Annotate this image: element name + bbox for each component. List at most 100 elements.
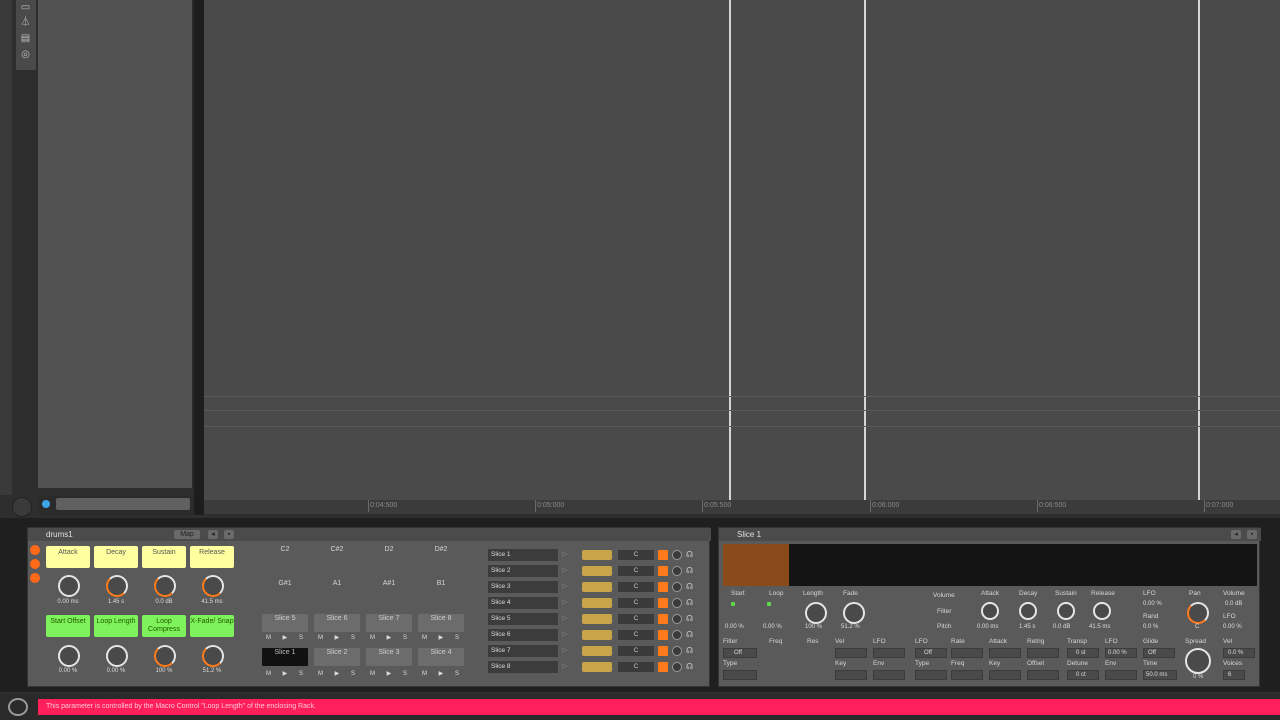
map-button[interactable]: Map — [174, 530, 200, 539]
chain-activator[interactable] — [658, 598, 668, 608]
chain-row[interactable]: Slice 7 ▷ C ☊ — [486, 644, 710, 658]
macro-attack-knob[interactable] — [58, 575, 80, 597]
chain-row[interactable]: Slice 5 ▷ C ☊ — [486, 612, 710, 626]
loop-value[interactable]: 0.00 % — [763, 624, 782, 630]
length-value[interactable]: 100 % — [805, 624, 822, 630]
chain-volume[interactable] — [582, 646, 612, 656]
vel-field[interactable] — [835, 648, 867, 658]
view-toggle-button[interactable] — [12, 497, 32, 517]
simpler-title-bar[interactable]: Slice 1 ◂ ▪ — [719, 528, 1261, 541]
chain-name[interactable]: Slice 4 — [488, 597, 558, 609]
chain-volume[interactable] — [582, 550, 612, 560]
chain-solo[interactable] — [672, 550, 682, 560]
macro-loop-length-knob[interactable] — [106, 645, 128, 667]
chain-key[interactable]: C — [618, 598, 654, 608]
save-icon[interactable]: ▪ — [224, 530, 234, 539]
rate-field[interactable] — [951, 648, 983, 658]
flask-icon[interactable]: ⏃ — [19, 17, 32, 28]
pad-mute-solo[interactable]: M ▶ S — [266, 634, 308, 641]
macro-xfade-snap-label[interactable]: X-Fade/ Snap — [190, 615, 234, 637]
chain-name[interactable]: Slice 5 — [488, 613, 558, 625]
drum-pad[interactable]: Slice 6 — [314, 614, 360, 632]
chain-volume[interactable] — [582, 614, 612, 624]
env-field[interactable] — [873, 670, 905, 680]
chain-key[interactable]: C — [618, 646, 654, 656]
macro-xfade-snap-knob[interactable] — [202, 645, 224, 667]
play-icon[interactable]: ▷ — [562, 646, 567, 654]
chain-key[interactable]: C — [618, 566, 654, 576]
vel-volume-field[interactable]: 0.0 % — [1223, 648, 1255, 658]
play-icon[interactable]: ▷ — [562, 566, 567, 574]
target-icon[interactable]: ◎ — [19, 49, 32, 60]
chain-solo[interactable] — [672, 566, 682, 576]
macro-start-offset-label[interactable]: Start Offset — [46, 615, 90, 637]
drum-pad[interactable]: Slice 3 — [366, 648, 412, 666]
chain-volume[interactable] — [582, 630, 612, 640]
headphones-icon[interactable]: ☊ — [686, 646, 696, 656]
type-select[interactable] — [723, 670, 757, 680]
macro-start-offset-knob[interactable] — [58, 645, 80, 667]
env-attack-knob[interactable] — [981, 602, 999, 620]
panel-divider[interactable] — [194, 0, 204, 515]
chain-solo[interactable] — [672, 598, 682, 608]
length-knob[interactable] — [805, 602, 827, 624]
chain-volume[interactable] — [582, 582, 612, 592]
show-macros-icon[interactable] — [30, 545, 40, 555]
chain-activator[interactable] — [658, 630, 668, 640]
lfo-type-select[interactable] — [915, 670, 947, 680]
show-chains-icon[interactable] — [30, 559, 40, 569]
lfo-key-field[interactable] — [989, 670, 1021, 680]
pan-value[interactable]: C — [1195, 624, 1199, 630]
env-sustain-value[interactable]: 0.0 dB — [1053, 624, 1070, 630]
chain-activator[interactable] — [658, 582, 668, 592]
volume-tab[interactable]: Volume — [933, 592, 955, 599]
transp-field[interactable]: 0 st — [1067, 648, 1099, 658]
drum-pad[interactable]: Slice 8 — [418, 614, 464, 632]
detune-field[interactable]: 0 ct — [1067, 670, 1099, 680]
chain-row[interactable]: Slice 6 ▷ C ☊ — [486, 628, 710, 642]
fold-icon[interactable]: ◂ — [1231, 530, 1241, 539]
sample-selection[interactable] — [723, 544, 789, 586]
drum-pad[interactable]: Slice 2 — [314, 648, 360, 666]
macro-loop-compress-label[interactable]: Loop Compress — [142, 615, 186, 637]
lfo-toggle[interactable]: Off — [915, 648, 947, 658]
sample-waveform[interactable] — [723, 544, 1257, 586]
play-icon[interactable]: ▷ — [562, 598, 567, 606]
chain-name[interactable]: Slice 2 — [488, 565, 558, 577]
chain-activator[interactable] — [658, 662, 668, 672]
headphones-icon[interactable]: ☊ — [686, 630, 696, 640]
chain-activator[interactable] — [658, 566, 668, 576]
sample-view[interactable] — [204, 0, 1280, 500]
fade-value[interactable]: 51.2 % — [841, 624, 860, 630]
lfo-pitch-field[interactable]: 0.00 % — [1105, 648, 1137, 658]
pan-knob[interactable] — [1187, 602, 1209, 624]
macro-loop-compress-knob[interactable] — [154, 645, 176, 667]
chain-row[interactable]: Slice 8 ▷ C ☊ — [486, 660, 710, 674]
play-icon[interactable]: ▷ — [562, 614, 567, 622]
chain-activator[interactable] — [658, 550, 668, 560]
pad-mute-solo[interactable]: M ▶ S — [422, 670, 464, 677]
chain-activator[interactable] — [658, 646, 668, 656]
drum-pad-selected[interactable]: Slice 1 — [262, 648, 308, 666]
macro-sustain-label[interactable]: Sustain — [142, 546, 186, 568]
rand-value[interactable]: 0.0 % — [1143, 624, 1158, 630]
window-icon[interactable]: ▭ — [19, 2, 32, 13]
pitch-env-field[interactable] — [1105, 670, 1137, 680]
env-release-value[interactable]: 41.5 ms — [1089, 624, 1110, 630]
chain-name[interactable]: Slice 7 — [488, 645, 558, 657]
drum-pad[interactable]: Slice 7 — [366, 614, 412, 632]
pad-mute-solo[interactable]: M ▶ S — [370, 670, 412, 677]
macro-attack-label[interactable]: Attack — [46, 546, 90, 568]
chain-key[interactable]: C — [618, 614, 654, 624]
play-icon[interactable]: ▷ — [562, 582, 567, 590]
chain-solo[interactable] — [672, 662, 682, 672]
spread-knob[interactable] — [1185, 648, 1211, 674]
chain-volume[interactable] — [582, 598, 612, 608]
chain-row[interactable]: Slice 4 ▷ C ☊ — [486, 596, 710, 610]
browser-panel[interactable] — [38, 0, 194, 488]
fold-icon[interactable]: ◂ — [208, 530, 218, 539]
play-icon[interactable]: ▷ — [562, 662, 567, 670]
chain-solo[interactable] — [672, 646, 682, 656]
chain-name[interactable]: Slice 8 — [488, 661, 558, 673]
pad-mute-solo[interactable]: M ▶ S — [370, 634, 412, 641]
